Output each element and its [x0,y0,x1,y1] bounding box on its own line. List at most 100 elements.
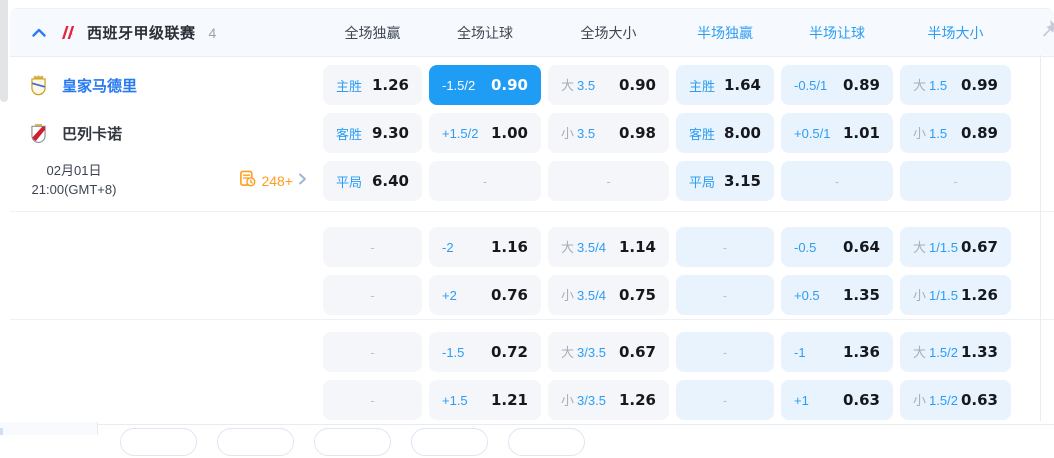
odds-cell[interactable]: -1 1.36 [781,332,893,372]
home-team-row: 皇家马德里 [10,61,323,109]
odds-value: 3.15 [723,172,761,190]
odds-value: 1.14 [618,238,656,256]
empty-dash: - [722,344,728,360]
odds-cell[interactable]: 大 1.5/2 1.33 [900,332,1011,372]
ou-prefix: 小 [561,126,575,141]
odds-cell-empty: - [676,332,774,372]
odds-label: -1.5 [442,344,465,360]
ou-line: 1.5 [929,126,948,141]
league-header[interactable]: 西班牙甲级联赛 4 全场独赢 全场让球 全场大小 半场独赢 半场让球 半场大小 [10,8,1054,57]
odds-cell[interactable]: +2 0.76 [429,275,541,315]
ou-line: 3/3.5 [577,393,606,408]
odds-cell[interactable]: -1.5 0.72 [429,332,541,372]
odds-label: -2 [442,239,454,255]
odds-cell[interactable]: 大 3.5/4 1.14 [548,227,669,267]
odds-label: 客胜 [336,126,363,142]
odds-label: 平局 [336,174,363,190]
odds-cell[interactable]: -2 1.16 [429,227,541,267]
odds-cell[interactable]: +0.5/1 1.01 [781,113,893,153]
odds-cell[interactable]: 小 3.5/4 0.75 [548,275,669,315]
odds-cell[interactable]: 大 3/3.5 0.67 [548,332,669,372]
odds-value: 0.72 [490,343,528,361]
odds-value: 1.21 [490,391,528,409]
odds-value: 1.26 [371,76,409,94]
betting-odds-page: 西班牙甲级联赛 4 全场独赢全场让球全场大小半场独赢半场让球半场大小 [0,0,1054,456]
odds-cell-empty: - [323,332,422,372]
empty-dash: - [606,173,611,189]
odds-cell[interactable]: +1.5 1.21 [429,380,541,420]
odds-cell-empty: - [781,161,893,201]
odds-cell-empty: - [323,380,422,420]
odds-cell[interactable]: -0.5/1 0.89 [781,65,893,105]
odds-cell[interactable]: 平局 6.40 [323,161,422,201]
odds-cell[interactable]: 客胜 9.30 [323,113,422,153]
ou-prefix: 大 [561,345,575,360]
market-column-header-4[interactable]: 半场独赢 [676,23,781,43]
ou-prefix: 大 [913,78,927,93]
odds-label: 大 1.5/2 [913,342,958,362]
away-team-crest-icon [28,123,49,144]
odds-value: 0.90 [490,76,528,94]
ou-prefix: 小 [561,288,575,303]
ou-prefix: 大 [913,345,927,360]
market-column-header-1[interactable]: 全场独赢 [323,23,429,43]
markets-list-icon [239,170,256,192]
match-meta-row: 02月01日 21:00(GMT+8) 248+ [10,157,323,205]
odds-value: 0.89 [842,76,880,94]
odds-cell[interactable]: 平局 3.15 [676,161,774,201]
quick-filter-chip[interactable] [120,428,197,456]
home-team-crest-icon [28,74,49,96]
quick-filter-chip[interactable] [314,428,391,456]
odds-cell[interactable]: 小 3/3.5 1.26 [548,380,669,420]
odds-cell[interactable]: +1.5/2 1.00 [429,113,541,153]
market-column-header-6[interactable]: 半场大小 [900,23,1018,43]
odds-cell[interactable]: 大 1/1.5 0.67 [900,227,1011,267]
ou-prefix: 大 [913,240,927,255]
odds-value: 6.40 [371,172,409,190]
odds-cell[interactable]: 主胜 1.64 [676,65,774,105]
odds-cell[interactable]: 主胜 1.26 [323,65,422,105]
odds-cell-empty: - [323,275,422,315]
market-column-header-2[interactable]: 全场让球 [429,23,548,43]
odds-cell[interactable]: -1.5/2 0.90 [429,65,541,105]
market-column-header-5[interactable]: 半场让球 [781,23,900,43]
vertical-scrollbar[interactable] [0,0,8,102]
ou-line: 1.5/2 [929,393,958,408]
match-info-spacer [10,223,323,319]
odds-cell[interactable]: 小 1.5 0.89 [900,113,1011,153]
empty-dash: - [370,287,375,303]
odds-cell[interactable]: +1 0.63 [781,380,893,420]
empty-dash: - [370,344,375,360]
chevron-right-icon [298,172,307,190]
next-section-strip [0,422,1054,456]
odds-cell[interactable]: +0.5 1.35 [781,275,893,315]
market-column-header-3[interactable]: 全场大小 [548,23,676,43]
odds-cell[interactable]: 客胜 8.00 [676,113,774,153]
odds-cell[interactable]: 小 1/1.5 1.26 [900,275,1011,315]
odds-cell[interactable]: -0.5 0.64 [781,227,893,267]
odds-cell[interactable]: 大 3.5 0.90 [548,65,669,105]
odds-value: 1.36 [842,343,880,361]
quick-filter-chip[interactable] [411,428,488,456]
quick-filter-chip[interactable] [217,428,294,456]
odds-value: 0.63 [842,391,880,409]
odds-cell-empty: - [676,275,774,315]
league-match-count: 4 [208,24,217,41]
odds-value: 0.64 [842,238,880,256]
odds-cell[interactable]: 小 3.5 0.98 [548,113,669,153]
odds-label: 大 1/1.5 [913,237,958,257]
odds-label: 大 1.5 [913,75,947,95]
odds-label: 小 1/1.5 [913,285,958,305]
more-markets-link[interactable]: 248+ [239,170,307,192]
quick-filter-chip[interactable] [508,428,585,456]
empty-dash: - [370,392,375,408]
odds-cell[interactable]: 大 1.5 0.99 [900,65,1011,105]
odds-label: 大 3.5 [561,75,595,95]
pushpin-icon[interactable] [1038,18,1054,40]
odds-label: +2 [442,287,457,303]
laliga-logo [59,24,76,41]
chevron-up-icon[interactable] [30,24,48,42]
odds-label: 主胜 [689,78,716,94]
odds-cell[interactable]: 小 1.5/2 0.63 [900,380,1011,420]
right-column-divider [1040,55,1041,421]
